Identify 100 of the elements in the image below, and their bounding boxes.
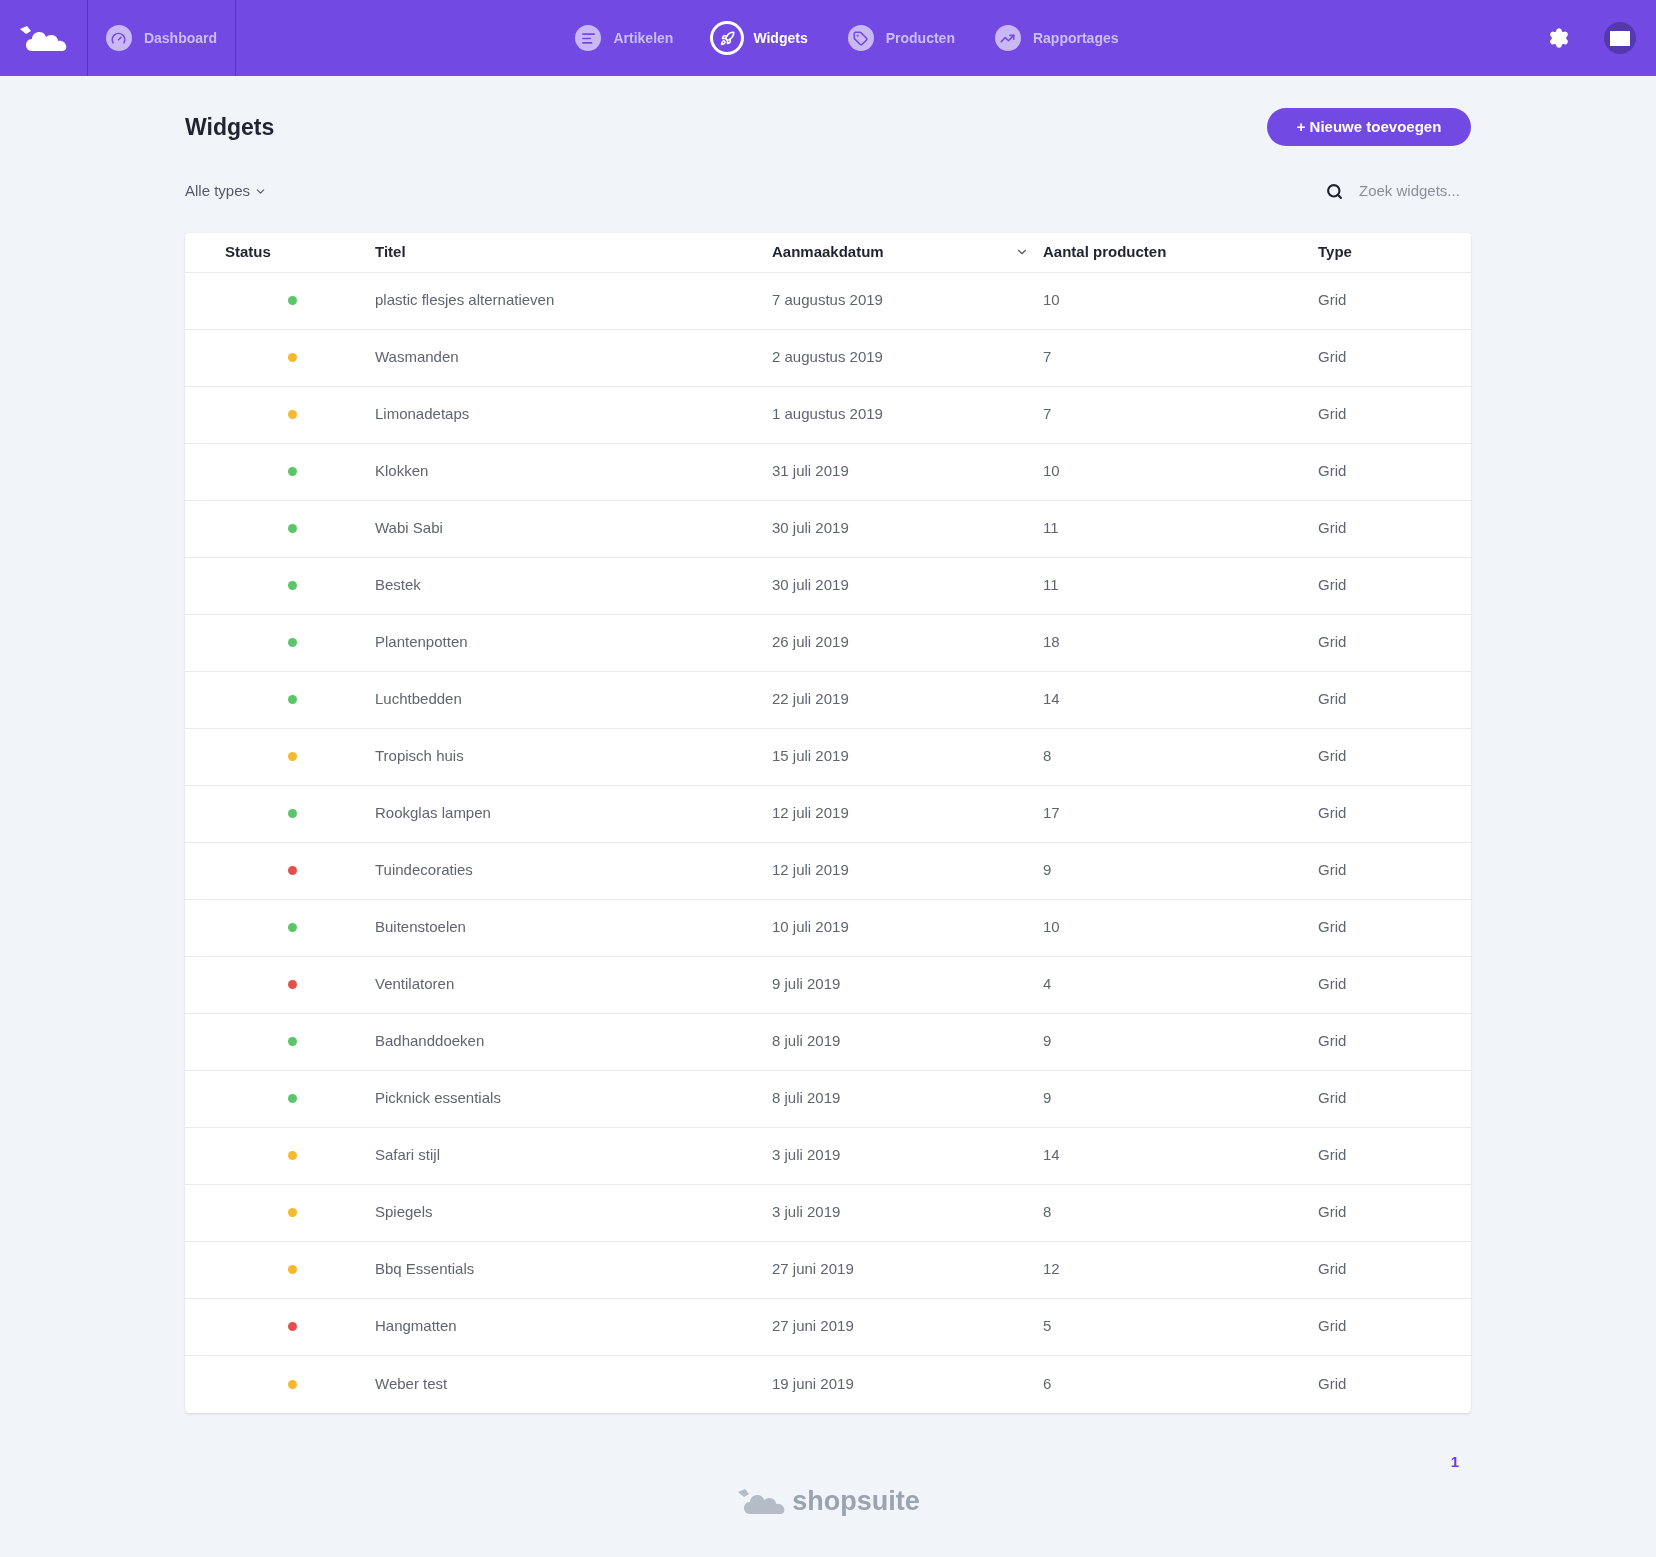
- page-title: Widgets: [185, 112, 275, 142]
- column-header[interactable]: Status: [225, 240, 271, 264]
- title-cell: Weber test: [375, 1374, 448, 1392]
- table-row[interactable]: Spiegels 3 juli 2019 8 Grid: [185, 1184, 1471, 1242]
- count-cell: 7: [1043, 348, 1052, 366]
- type-cell: Grid: [1318, 519, 1347, 537]
- column-header[interactable]: Aantal producten: [1043, 240, 1167, 264]
- title-cell: Safari stijl: [375, 1146, 441, 1164]
- type-cell: Grid: [1318, 462, 1347, 480]
- type-cell: Grid: [1318, 690, 1347, 708]
- date-cell: 3 juli 2019: [772, 1203, 841, 1221]
- date-cell: 8 juli 2019: [772, 1032, 841, 1050]
- type-cell: Grid: [1318, 975, 1347, 993]
- type-cell: Grid: [1318, 804, 1347, 822]
- type-cell: Grid: [1318, 633, 1347, 651]
- date-cell: 27 juni 2019: [772, 1317, 854, 1335]
- table-row[interactable]: Wasmanden 2 augustus 2019 7 Grid: [185, 329, 1471, 387]
- rocket-icon: [713, 24, 742, 52]
- table-row[interactable]: Picknick essentials 8 juli 2019 9 Grid: [185, 1070, 1471, 1128]
- title-cell: Hangmatten: [375, 1317, 457, 1335]
- count-cell: 12: [1043, 1260, 1060, 1278]
- column-header[interactable]: Aanmaakdatum: [772, 240, 884, 264]
- search-icon: [1326, 182, 1343, 200]
- table-row[interactable]: Luchtbedden 22 juli 2019 14 Grid: [185, 671, 1471, 729]
- count-cell: 5: [1043, 1317, 1052, 1335]
- type-cell: Grid: [1318, 918, 1347, 936]
- table-row[interactable]: Badhanddoeken 8 juli 2019 9 Grid: [185, 1013, 1471, 1071]
- title-cell: Luchtbedden: [375, 690, 462, 708]
- title-cell: plastic flesjes alternatieven: [375, 291, 555, 309]
- type-cell: Grid: [1318, 348, 1347, 366]
- table-row[interactable]: plastic flesjes alternatieven 7 augustus 2019 10 Grid: [185, 272, 1471, 330]
- table-row[interactable]: Ventilatoren 9 juli 2019 4 Grid: [185, 956, 1471, 1014]
- search-field[interactable]: Zoek widgets...: [1359, 180, 1471, 203]
- type-cell: Grid: [1318, 747, 1347, 765]
- date-cell: 30 juli 2019: [772, 576, 849, 594]
- type-cell: Grid: [1318, 405, 1347, 423]
- title-cell: Buitenstoelen: [375, 918, 466, 936]
- column-header[interactable]: Titel: [375, 240, 406, 264]
- date-cell: 15 juli 2019: [772, 747, 849, 765]
- count-cell: 10: [1043, 918, 1060, 936]
- date-cell: 10 juli 2019: [772, 918, 849, 936]
- column-header[interactable]: Type: [1318, 240, 1352, 264]
- nav-tab[interactable]: Dashboard: [105, 25, 218, 51]
- tag-icon: [847, 25, 874, 51]
- title-cell: Wasmanden: [375, 348, 459, 366]
- table-row[interactable]: Hangmatten 27 juni 2019 5 Grid: [185, 1298, 1471, 1356]
- date-cell: 9 juli 2019: [772, 975, 841, 993]
- date-cell: 26 juli 2019: [772, 633, 849, 651]
- date-cell: 7 augustus 2019: [772, 291, 883, 309]
- table-row[interactable]: Rookglas lampen 12 juli 2019 17 Grid: [185, 785, 1471, 843]
- count-cell: 9: [1043, 1089, 1052, 1107]
- table-row[interactable]: Weber test 19 juni 2019 6 Grid: [185, 1355, 1471, 1413]
- page-link[interactable]: 1: [1450, 1450, 1459, 1473]
- count-cell: 10: [1043, 291, 1060, 309]
- table-row[interactable]: Wabi Sabi 30 juli 2019 11 Grid: [185, 500, 1471, 558]
- count-cell: 9: [1043, 861, 1052, 879]
- gauge-icon: [105, 25, 132, 51]
- add-new-button[interactable]: + Nieuwe toevoegen: [1267, 108, 1471, 146]
- title-cell: Bestek: [375, 576, 421, 594]
- nav-tab[interactable]: Widgets: [713, 24, 808, 52]
- count-cell: 10: [1043, 462, 1060, 480]
- table-row[interactable]: Buitenstoelen 10 juli 2019 10 Grid: [185, 899, 1471, 957]
- table-row[interactable]: Safari stijl 3 juli 2019 14 Grid: [185, 1127, 1471, 1185]
- type-cell: Grid: [1318, 1089, 1347, 1107]
- title-cell: Tropisch huis: [375, 747, 464, 765]
- type-cell: Grid: [1318, 576, 1347, 594]
- date-cell: 8 juli 2019: [772, 1089, 841, 1107]
- trend-icon: [994, 25, 1021, 51]
- count-cell: 7: [1043, 405, 1052, 423]
- count-cell: 11: [1043, 519, 1059, 537]
- table-row[interactable]: Tuindecoraties 12 juli 2019 9 Grid: [185, 842, 1471, 900]
- title-cell: Plantenpotten: [375, 633, 468, 651]
- date-cell: 30 juli 2019: [772, 519, 849, 537]
- type-cell: Grid: [1318, 1146, 1347, 1164]
- type-cell: Grid: [1318, 1203, 1347, 1221]
- count-cell: 8: [1043, 1203, 1052, 1221]
- count-cell: 17: [1043, 804, 1060, 822]
- table-row[interactable]: Tropisch huis 15 juli 2019 8 Grid: [185, 728, 1471, 786]
- title-cell: Rookglas lampen: [375, 804, 491, 822]
- table-row[interactable]: Bestek 30 juli 2019 11 Grid: [185, 557, 1471, 615]
- text-lines-icon: [575, 25, 602, 51]
- type-cell: Grid: [1318, 861, 1347, 879]
- title-cell: Spiegels: [375, 1203, 433, 1221]
- avatar[interactable]: [1604, 22, 1636, 54]
- title-cell: Bbq Essentials: [375, 1260, 475, 1278]
- nav-tab[interactable]: Rapportages: [994, 25, 1119, 51]
- date-cell: 27 juni 2019: [772, 1260, 854, 1278]
- title-cell: Klokken: [375, 462, 429, 480]
- table-row[interactable]: Limonadetaps 1 augustus 2019 7 Grid: [185, 386, 1471, 444]
- date-cell: 12 juli 2019: [772, 861, 849, 879]
- title-cell: Ventilatoren: [375, 975, 455, 993]
- title-cell: Limonadetaps: [375, 405, 470, 423]
- table-row[interactable]: Plantenpotten 26 juli 2019 18 Grid: [185, 614, 1471, 672]
- type-cell: Grid: [1318, 1374, 1347, 1392]
- type-filter-dropdown[interactable]: Alle types: [185, 180, 268, 203]
- nav-tab[interactable]: Artikelen: [575, 25, 674, 51]
- table-row[interactable]: Bbq Essentials 27 juni 2019 12 Grid: [185, 1241, 1471, 1299]
- table-row[interactable]: Klokken 31 juli 2019 10 Grid: [185, 443, 1471, 501]
- settings-icon[interactable]: [1548, 27, 1570, 49]
- nav-tab[interactable]: Producten: [847, 25, 955, 51]
